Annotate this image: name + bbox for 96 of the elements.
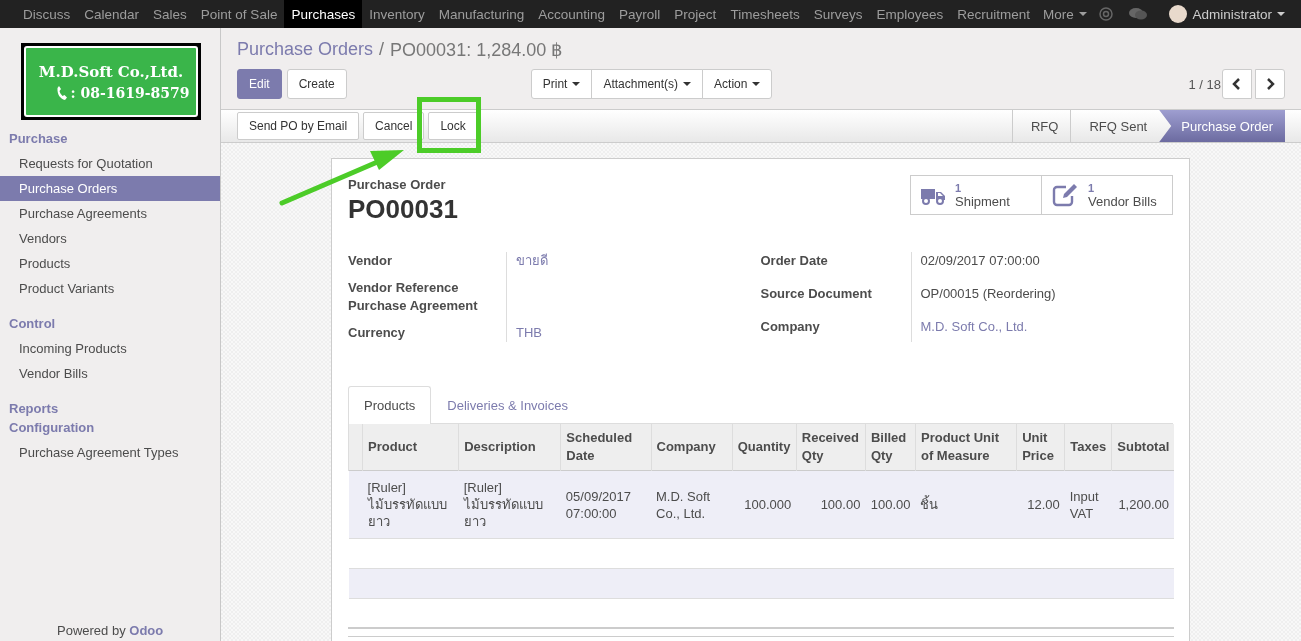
column-header[interactable]: Taxes <box>1064 424 1112 471</box>
field-link[interactable]: THB <box>506 315 761 342</box>
menu-section-title: Control <box>8 315 57 332</box>
app-menu-item[interactable]: Inventory <box>362 0 432 28</box>
table-cell: M.D. Soft Co., Ltd. <box>656 488 711 521</box>
table-cell: Input VAT <box>1069 488 1099 521</box>
field-label: Vendor <box>348 252 394 270</box>
status-stage[interactable]: Purchase Order <box>1159 110 1285 142</box>
table-cell: 1,200.00 <box>1118 497 1169 512</box>
smart-button[interactable]: 1 Vendor Bills <box>1041 175 1173 215</box>
column-header[interactable]: Product <box>362 424 459 471</box>
app-menu-item[interactable]: Recruitment <box>950 0 1038 28</box>
table-cell: ชิ้น <box>920 497 939 512</box>
table-cell: 100.00 <box>820 497 861 512</box>
pager-counter: 1 / 18 <box>1188 76 1221 92</box>
field-link[interactable]: ขายดี <box>506 252 761 270</box>
menu-section-title: Reports <box>8 400 60 417</box>
sidebar-item[interactable]: Purchase Orders <box>0 176 220 201</box>
field-value: 02/09/2017 07:00:00 <box>910 252 1173 276</box>
more-menu[interactable]: More <box>1037 0 1093 28</box>
sidebar-item[interactable]: Requests for Quotation <box>0 151 220 176</box>
menu-section-title: Purchase <box>8 130 69 147</box>
field-label: Vendor Reference <box>348 279 460 297</box>
notebook-tab[interactable]: Deliveries & Invoices <box>431 386 584 424</box>
table-cell: [Ruler] ไม้บรรทัดแบบยาว <box>463 480 543 529</box>
sidebar-item[interactable]: Products <box>0 251 220 276</box>
sidebar-item[interactable]: Vendors <box>0 226 220 251</box>
field-label: Currency <box>348 324 407 342</box>
column-header[interactable]: Description <box>458 424 561 471</box>
chevron-right-icon <box>1265 78 1275 90</box>
app-menu-item[interactable]: Project <box>667 0 724 28</box>
user-menu[interactable]: Administrator <box>1163 4 1291 24</box>
menu-section-title: Configuration <box>8 419 96 436</box>
status-stage[interactable]: RFQ <box>1012 110 1071 142</box>
sidebar-item[interactable]: Incoming Products <box>0 336 220 361</box>
app-menu-item[interactable]: Point of Sale <box>193 0 285 28</box>
field-link[interactable]: M.D. Soft Co., Ltd. <box>910 309 1173 342</box>
column-header[interactable]: Quantity <box>732 424 797 471</box>
app-menu-item[interactable]: Payroll <box>612 0 668 28</box>
dropdown-button[interactable]: Attachment(s) <box>591 69 704 99</box>
column-header[interactable]: Company <box>651 424 733 471</box>
dropdown-button[interactable]: Action <box>702 69 773 99</box>
field-label: Source Document <box>760 285 873 303</box>
notebook-tab[interactable]: Products <box>348 386 432 424</box>
highlight-frame <box>417 97 481 153</box>
app-menu-item[interactable]: Manufacturing <box>431 0 532 28</box>
field-value: OP/00015 (Reordering) <box>910 276 1173 309</box>
sidebar-item[interactable]: Purchase Agreement Types <box>0 440 220 465</box>
app-menu-item[interactable]: Accounting <box>531 0 613 28</box>
order-number: PO00031 <box>348 194 458 225</box>
status-stage[interactable]: RFQ Sent <box>1070 110 1160 142</box>
table-cell: [Ruler] ไม้บรรทัดแบบยาว <box>367 480 447 529</box>
app-menu-item[interactable]: Employees <box>869 0 951 28</box>
cancel-button[interactable]: Cancel <box>363 112 425 140</box>
app-menu-item[interactable]: Discuss <box>16 0 78 28</box>
column-header[interactable]: Product Unit of Measure <box>915 424 1017 471</box>
breadcrumb-link[interactable]: Purchase Orders <box>237 39 374 61</box>
logo-phone: : 08-1619-8579 <box>70 84 190 101</box>
table-cell: 05/09/2017 07:00:00 <box>565 488 631 521</box>
logo-name: M.D.Soft Co.,Ltd. <box>38 62 184 81</box>
previous-button[interactable] <box>1222 69 1252 99</box>
phone-icon <box>56 84 69 101</box>
field-label: Order Date <box>760 252 829 270</box>
app-menu-item[interactable]: Calendar <box>77 0 147 28</box>
table-cell: 100.00 <box>870 497 911 512</box>
lock-button[interactable]: Lock <box>428 112 478 140</box>
smart-button[interactable]: 1 Shipment <box>910 175 1042 215</box>
column-header[interactable]: Billed Qty <box>865 424 916 471</box>
breadcrumb-current: PO00031: 1,284.00 ฿ <box>390 39 563 61</box>
sidebar-item[interactable]: Purchase Agreements <box>0 201 220 226</box>
breadcrumb-separator: / <box>379 39 385 61</box>
powered-by-text: Powered by Odoo <box>57 623 164 638</box>
field-label: Purchase Agreement <box>348 297 479 315</box>
app-menu-item[interactable]: Sales <box>146 0 194 28</box>
column-header[interactable]: Unit Price <box>1016 424 1065 471</box>
chat-icon[interactable] <box>1129 7 1148 21</box>
app-menu-item[interactable]: Timesheets <box>723 0 807 28</box>
dropdown-button[interactable]: Print <box>530 69 593 99</box>
mention-icon[interactable] <box>1099 7 1114 21</box>
create-button[interactable]: Create <box>286 69 347 99</box>
table-cell: 100.000 <box>744 497 792 512</box>
document-type: Purchase Order <box>348 177 447 192</box>
edit-button[interactable]: Edit <box>237 69 282 99</box>
sidebar-item[interactable]: Product Variants <box>0 276 220 301</box>
app-menu-item[interactable]: Surveys <box>806 0 870 28</box>
column-header[interactable]: Subtotal <box>1111 424 1174 471</box>
edit-icon <box>1052 183 1078 207</box>
sidebar-item[interactable]: Vendor Bills <box>0 361 220 386</box>
field-label: Company <box>760 318 821 336</box>
send-email-button[interactable]: Send PO by Email <box>237 112 360 140</box>
column-header[interactable]: Received Qty <box>796 424 866 471</box>
column-header[interactable]: Scheduled Date <box>560 424 651 471</box>
next-button[interactable] <box>1255 69 1285 99</box>
app-menu-item[interactable]: Purchases <box>284 0 363 28</box>
table-cell: 12.00 <box>1027 497 1060 512</box>
chevron-left-icon <box>1232 78 1242 90</box>
